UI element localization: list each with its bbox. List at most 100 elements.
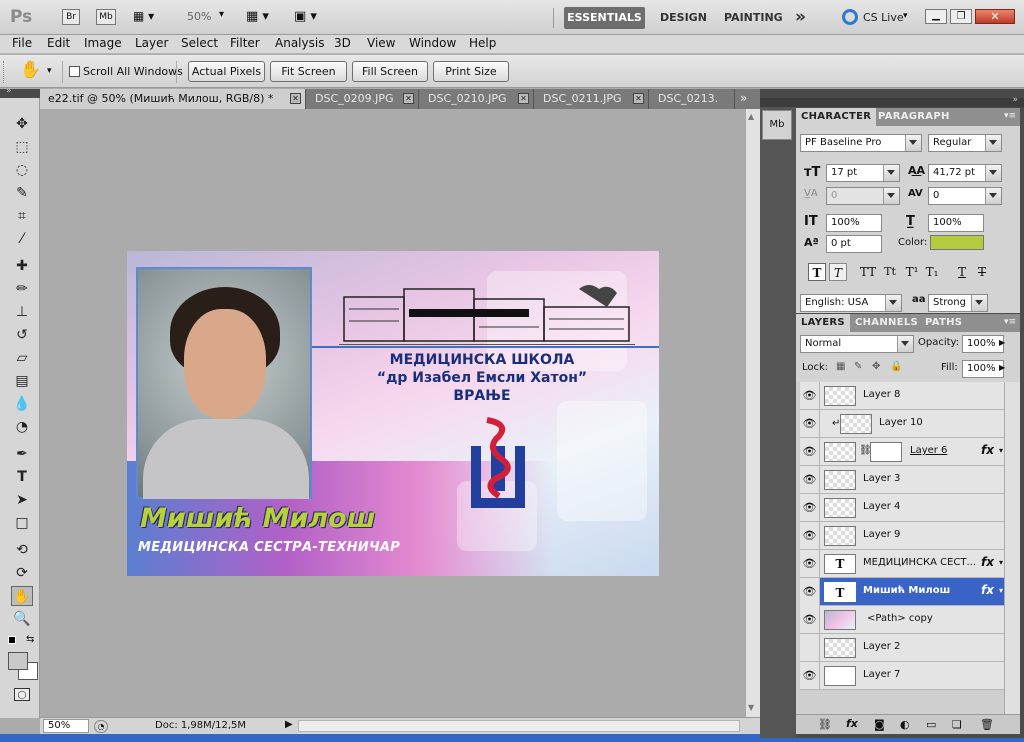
tab-layers[interactable]: LAYERS bbox=[796, 314, 850, 332]
clone-stamp-tool-icon[interactable]: ⊥ bbox=[11, 302, 33, 322]
canvas-area[interactable]: МЕДИЦИНСКА ШКОЛА “др Изабел Емсли Хатон”… bbox=[40, 109, 745, 717]
visibility-eye-icon[interactable]: 👁 bbox=[800, 410, 820, 438]
scroll-all-windows-checkbox[interactable] bbox=[69, 66, 80, 77]
visibility-eye-icon[interactable]: 👁 bbox=[800, 606, 820, 634]
opacity-input[interactable]: 100% bbox=[962, 335, 1004, 353]
layer-name[interactable]: Layer 6 bbox=[910, 445, 947, 456]
eraser-tool-icon[interactable]: ▱ bbox=[11, 348, 33, 368]
scroll-down-icon[interactable]: ▼ bbox=[748, 703, 754, 712]
visibility-eye-icon[interactable]: 👁 bbox=[800, 438, 820, 466]
fill-input[interactable]: 100% bbox=[962, 360, 1004, 378]
faux-bold-button[interactable]: T bbox=[808, 263, 826, 281]
hand-tool-icon[interactable]: ✋ bbox=[20, 60, 41, 80]
path-selection-tool-icon[interactable]: ➤ bbox=[11, 490, 33, 510]
menu-filter[interactable]: Filter bbox=[230, 36, 260, 50]
restore-button[interactable]: ❐ bbox=[950, 9, 972, 24]
actual-pixels-button[interactable]: Actual Pixels bbox=[188, 61, 265, 82]
type-tool-icon[interactable]: T bbox=[11, 467, 33, 487]
gradient-tool-icon[interactable]: ▤ bbox=[11, 371, 33, 391]
kerning-select[interactable]: 0 bbox=[826, 187, 900, 205]
antialias-select[interactable]: Strong bbox=[928, 294, 988, 312]
leading-select[interactable]: 41,72 pt bbox=[928, 164, 1002, 182]
layer-name[interactable]: Layer 4 bbox=[863, 501, 900, 512]
language-select[interactable]: English: USA bbox=[800, 294, 902, 312]
close-tab-icon[interactable]: ✕ bbox=[633, 93, 644, 104]
layer-name[interactable]: Layer 8 bbox=[863, 389, 900, 400]
bridge-button[interactable]: Br bbox=[62, 9, 80, 25]
dodge-tool-icon[interactable]: ◔ bbox=[11, 417, 33, 437]
lock-image-icon[interactable]: ✎ bbox=[854, 361, 862, 372]
layer-row[interactable]: · Layer 2 bbox=[800, 634, 1004, 662]
visibility-eye-icon[interactable]: 👁 bbox=[800, 494, 820, 522]
history-brush-tool-icon[interactable]: ↺ bbox=[11, 325, 33, 345]
fit-screen-button[interactable]: Fit Screen bbox=[270, 61, 347, 82]
visibility-eye-icon[interactable]: 👁 bbox=[800, 550, 820, 578]
lock-position-icon[interactable]: ✥ bbox=[872, 361, 880, 372]
add-mask-icon[interactable]: ◙ bbox=[874, 718, 885, 731]
menu-image[interactable]: Image bbox=[84, 36, 122, 50]
layer-row-selected[interactable]: 👁 T Мишић Милош fx ▾ bbox=[800, 578, 1004, 606]
visibility-eye-icon[interactable]: 👁 bbox=[800, 662, 820, 690]
brush-tool-icon[interactable]: ✏ bbox=[11, 279, 33, 299]
mini-bridge-button[interactable]: Mb bbox=[96, 9, 116, 25]
cs-live-dropdown-icon[interactable]: ▾ bbox=[903, 11, 908, 21]
text-color-swatch[interactable] bbox=[930, 235, 984, 250]
tab-dsc0209[interactable]: DSC_0209.JPG ✕ bbox=[307, 89, 419, 109]
hand-tool-icon[interactable]: ✋ bbox=[11, 586, 33, 606]
zoom-field[interactable]: 50% bbox=[43, 719, 89, 733]
faux-italic-button[interactable]: T bbox=[829, 263, 847, 281]
tab-dsc0211[interactable]: DSC_0211.JPG ✕ bbox=[535, 89, 649, 109]
fill-slider-icon[interactable]: ▶ bbox=[999, 363, 1005, 372]
zoom-tool-icon[interactable]: 🔍 bbox=[11, 609, 33, 629]
expand-effects-icon[interactable]: ▾ bbox=[999, 586, 1003, 595]
layer-row[interactable]: 👁 Layer 7 bbox=[800, 662, 1004, 690]
workspace-essentials[interactable]: ESSENTIALS bbox=[564, 7, 645, 29]
tab-dsc0213[interactable]: DSC_0213. bbox=[650, 89, 735, 109]
font-size-select[interactable]: 17 pt bbox=[826, 164, 900, 182]
menu-select[interactable]: Select bbox=[181, 36, 218, 50]
panel-menu-icon[interactable]: ▾≡ bbox=[1004, 317, 1016, 327]
blur-tool-icon[interactable]: 💧 bbox=[11, 394, 33, 414]
font-family-select[interactable]: PF Baseline Pro bbox=[800, 134, 922, 152]
layer-row[interactable]: 👁 <Path> copy bbox=[800, 606, 1004, 634]
lock-all-icon[interactable]: 🔒 bbox=[890, 361, 902, 372]
swap-colors-icon[interactable]: ⇆ bbox=[26, 634, 34, 645]
visibility-eye-icon[interactable]: 👁 bbox=[800, 466, 820, 494]
close-button[interactable]: ✕ bbox=[975, 9, 1015, 24]
menu-edit[interactable]: Edit bbox=[47, 36, 70, 50]
adjustment-layer-icon[interactable]: ◐ bbox=[900, 718, 910, 731]
fill-screen-button[interactable]: Fill Screen bbox=[352, 61, 428, 82]
layer-name[interactable]: Layer 7 bbox=[863, 669, 900, 680]
layer-name[interactable]: Мишић Милош bbox=[863, 585, 950, 596]
mini-bridge-panel-icon[interactable]: Mb bbox=[762, 110, 792, 140]
menu-window[interactable]: Window bbox=[409, 36, 456, 50]
visibility-toggle-empty[interactable]: · bbox=[800, 634, 820, 662]
layer-row[interactable]: 👁 T МЕДИЦИНСКА СЕСТ... fx ▾ bbox=[800, 550, 1004, 578]
workspace-painting[interactable]: PAINTING bbox=[724, 11, 783, 24]
lasso-tool-icon[interactable]: ◌ bbox=[11, 160, 33, 180]
quick-selection-tool-icon[interactable]: ✎ bbox=[11, 183, 33, 203]
menu-file[interactable]: File bbox=[12, 36, 32, 50]
menu-view[interactable]: View bbox=[367, 36, 395, 50]
default-colors-icon[interactable] bbox=[8, 636, 16, 644]
screen-mode-icon[interactable]: ▣ ▾ bbox=[294, 9, 317, 24]
collapse-tools-icon[interactable]: » bbox=[6, 86, 12, 96]
close-tab-icon[interactable]: ✕ bbox=[518, 93, 529, 104]
layer-row[interactable]: 👁 Layer 3 bbox=[800, 466, 1004, 494]
layer-name[interactable]: <Path> copy bbox=[867, 613, 933, 624]
tab-channels[interactable]: CHANNELS bbox=[850, 314, 923, 332]
menu-help[interactable]: Help bbox=[469, 36, 496, 50]
new-group-icon[interactable]: ▭ bbox=[926, 718, 936, 731]
menu-analysis[interactable]: Analysis bbox=[275, 36, 324, 50]
workspace-design[interactable]: DESIGN bbox=[660, 11, 707, 24]
layer-row[interactable]: 👁 Layer 4 bbox=[800, 494, 1004, 522]
layer-row[interactable]: 👁 ↵ Layer 10 bbox=[800, 410, 1004, 438]
print-size-button[interactable]: Print Size bbox=[433, 61, 509, 82]
layer-row[interactable]: 👁 Layer 9 bbox=[800, 522, 1004, 550]
add-style-icon[interactable]: fx bbox=[846, 717, 858, 730]
vertical-scale-input[interactable]: 100% bbox=[826, 214, 882, 232]
menu-layer[interactable]: Layer bbox=[135, 36, 168, 50]
close-tab-icon[interactable]: ✕ bbox=[403, 93, 414, 104]
tab-character[interactable]: CHARACTER bbox=[796, 108, 877, 126]
more-workspaces-button[interactable]: » bbox=[795, 7, 806, 27]
